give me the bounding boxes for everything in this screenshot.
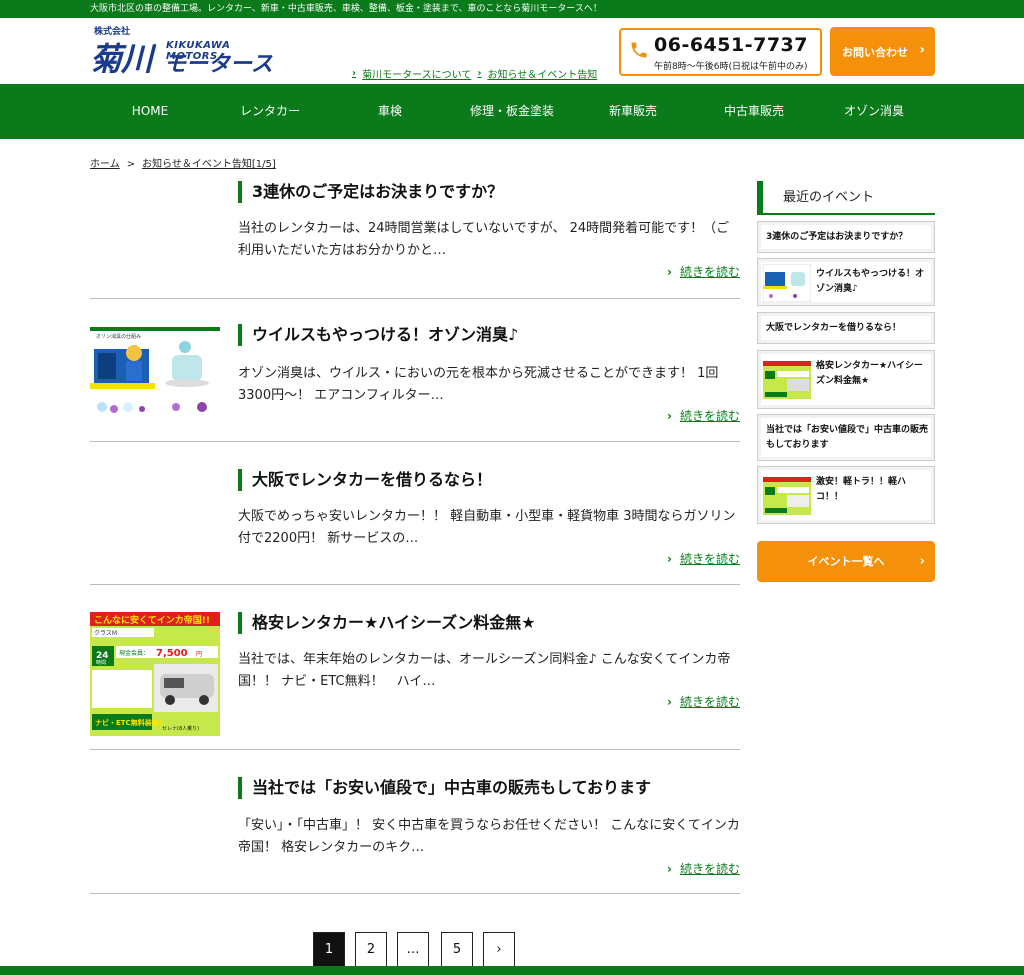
header-link-about-label: 菊川モータースについて — [362, 70, 472, 81]
chevron-right-icon: › — [667, 695, 672, 709]
post-excerpt: 大阪でめっちゃ安いレンタカー！！ 軽自動車・小型車・軽貨物車 3時間ならガソリン… — [238, 509, 736, 546]
sidebar-event-item[interactable]: 格安レンタカー★ハイシーズン料金無★ — [757, 350, 935, 409]
read-more-label: 続きを読む — [679, 862, 740, 876]
phone-icon — [631, 42, 647, 58]
nav-item-rental[interactable]: レンタカー — [210, 84, 330, 139]
sidebar-thumb-ozone — [763, 264, 811, 302]
sidebar-event-label: 激安！軽トラ！！軽ハコ！！ — [816, 477, 907, 502]
post-thumbnail-ozone[interactable]: オゾン消臭の仕組み — [90, 327, 220, 417]
header-link-about[interactable]: › 菊川モータースについて — [352, 66, 471, 81]
sidebar-event-label: 格安レンタカー★ハイシーズン料金無★ — [816, 361, 923, 386]
read-more-link[interactable]: › 続きを読む — [667, 860, 740, 877]
post-thumbnail-rental[interactable]: こんなに安くてインカ帝国!! クラスM 24 時間 現金会員： 7,500 円 … — [90, 612, 220, 736]
post-item: 当社では「お安い値段で」中古車の販売もしております 「安い」・「中古車」！ 安く… — [90, 750, 740, 894]
nav-item-new-cars[interactable]: 新車販売 — [573, 84, 693, 139]
breadcrumb: ホーム > お知らせ＆イベント告知[1/5] — [90, 155, 276, 170]
nav-item-ozone[interactable]: オゾン消臭 — [814, 84, 934, 139]
rental-thumb-hours-unit: 時間 — [96, 660, 106, 666]
read-more-label: 続きを読む — [679, 409, 740, 423]
nav-item-repair[interactable]: 修理・板金塗装 — [452, 84, 572, 139]
sidebar-event-item[interactable]: 3連休のご予定はお決まりですか？ — [757, 221, 935, 253]
chevron-right-icon: › — [919, 42, 925, 58]
sidebar-event-item[interactable]: ウイルスもやっつける！オゾン消臭♪ — [757, 258, 935, 306]
chevron-right-icon: › — [352, 68, 357, 79]
chevron-right-icon: › — [667, 409, 672, 423]
chevron-right-icon: › — [667, 862, 672, 876]
post-title[interactable]: ウイルスもやっつける！オゾン消臭♪ — [238, 324, 518, 346]
post-item: 大阪でレンタカーを借りるなら！ 大阪でめっちゃ安いレンタカー！！ 軽自動車・小型… — [90, 442, 740, 585]
sidebar-event-label: 当社では「お安い値段で」中古車の販売もしております — [766, 425, 929, 450]
logo-kanji: 菊川 — [90, 40, 153, 78]
nav-item-home[interactable]: HOME — [90, 84, 210, 139]
post-item: こんなに安くてインカ帝国!! クラスM 24 時間 現金会員： 7,500 円 … — [90, 585, 740, 750]
sidebar-heading: 最近のイベント — [757, 181, 935, 215]
breadcrumb-home[interactable]: ホーム — [90, 159, 120, 170]
chevron-right-icon: › — [667, 552, 672, 566]
post-excerpt: 「安い」・「中古車」！ 安く中古車を買うならお任せください！ こんなに安くてイン… — [238, 818, 740, 855]
site-header: 株式会社 菊川 KIKUKAWA MOTORS モータース › 菊川モータースにつ… — [0, 18, 1024, 84]
header-link-news[interactable]: › お知らせ＆イベント告知 — [477, 66, 597, 81]
chevron-right-icon: › — [667, 265, 672, 279]
events-list-button[interactable]: イベント一覧へ › — [757, 541, 935, 582]
phone-box[interactable]: 06-6451-7737 午前8時〜午後6時(日祝は午前中のみ) — [619, 28, 822, 76]
sidebar-thumb-rental — [763, 361, 811, 399]
footer-strip — [0, 966, 1024, 975]
main-nav: HOME レンタカー 車検 修理・板金塗装 新車販売 中古車販売 オゾン消臭 — [0, 84, 1024, 139]
post-title[interactable]: 格安レンタカー★ハイシーズン料金無★ — [238, 612, 536, 634]
sidebar-event-label: 大阪でレンタカーを借りるなら！ — [766, 323, 902, 333]
rental-thumb-price-unit: 円 — [196, 651, 202, 658]
events-list-button-label: イベント一覧へ — [807, 555, 885, 568]
ozone-thumb-caption: オゾン消臭の仕組み — [96, 333, 141, 340]
sidebar-thumb-kei — [763, 477, 811, 515]
read-more-link[interactable]: › 続きを読む — [667, 263, 740, 280]
breadcrumb-current[interactable]: お知らせ＆イベント告知[1/5] — [142, 159, 276, 170]
read-more-label: 続きを読む — [679, 552, 740, 566]
next-page-button[interactable]: › — [483, 932, 515, 968]
post-excerpt: 当社のレンタカーは、24時間営業はしていないですが、 24時間発着可能です！（ご… — [238, 221, 730, 258]
rental-thumb-footer: ナビ・ETC無料装備！ — [95, 718, 166, 727]
sidebar-event-label: ウイルスもやっつける！オゾン消臭♪ — [816, 269, 925, 294]
phone-number: 06-6451-7737 — [654, 34, 808, 56]
page-ellipsis: … — [397, 932, 429, 968]
rental-thumb-price: 7,500 — [156, 648, 188, 659]
breadcrumb-separator: > — [126, 159, 136, 170]
read-more-link[interactable]: › 続きを読む — [667, 693, 740, 710]
page-2-button[interactable]: 2 — [355, 932, 387, 968]
site-logo[interactable]: 株式会社 菊川 KIKUKAWA MOTORS モータース — [90, 24, 290, 78]
sidebar: 最近のイベント — [757, 181, 935, 215]
page-5-button[interactable]: 5 — [441, 932, 473, 968]
header-link-news-label: お知らせ＆イベント告知 — [487, 70, 598, 81]
contact-button-label: お問い合わせ — [842, 45, 908, 59]
post-excerpt: オゾン消臭は、ウイルス・においの元を根本から死滅させることができます！ 1回33… — [238, 366, 719, 403]
post-title[interactable]: 3連休のご予定はお決まりですか？ — [238, 181, 503, 203]
chevron-right-icon: › — [919, 554, 925, 569]
post-item: 3連休のご予定はお決まりですか？ 当社のレンタカーは、24時間営業はしていないで… — [90, 181, 740, 299]
page-1-button[interactable]: 1 — [313, 932, 345, 968]
post-excerpt: 当社では、年末年始のレンタカーは、オールシーズン同料金♪ こんな安くてインカ帝国… — [238, 652, 731, 689]
header-links: › 菊川モータースについて › お知らせ＆イベント告知 — [352, 66, 597, 81]
rental-thumb-car: セレナ(8人乗り) — [162, 725, 199, 732]
sidebar-event-item[interactable]: 大阪でレンタカーを借りるなら！ — [757, 312, 935, 344]
sidebar-event-label: 3連休のご予定はお決まりですか？ — [766, 232, 908, 242]
phone-hours: 午前8時〜午後6時(日祝は午前中のみ) — [654, 62, 808, 72]
read-more-link[interactable]: › 続きを読む — [667, 550, 740, 567]
contact-button[interactable]: お問い合わせ › — [830, 27, 935, 76]
logo-kana: モータース — [164, 52, 273, 77]
sidebar-event-item[interactable]: 激安！軽トラ！！軽ハコ！！ — [757, 466, 935, 524]
rental-thumb-headline: こんなに安くてインカ帝国!! — [94, 614, 210, 626]
read-more-label: 続きを読む — [679, 695, 740, 709]
nav-item-inspection[interactable]: 車検 — [330, 84, 450, 139]
sidebar-event-item[interactable]: 当社では「お安い値段で」中古車の販売もしております — [757, 414, 935, 461]
read-more-link[interactable]: › 続きを読む — [667, 407, 740, 424]
post-item: オゾン消臭の仕組み ウイルスもやっつける！オゾン消臭♪ オゾン消臭は、ウイルス・… — [90, 299, 740, 442]
top-tagline: 大阪市北区の車の整備工場。レンタカー、新車・中古車販売、車検、整備、板金・塗装ま… — [0, 0, 1024, 18]
post-title[interactable]: 大阪でレンタカーを借りるなら！ — [238, 469, 492, 491]
post-title[interactable]: 当社では「お安い値段で」中古車の販売もしております — [238, 777, 651, 799]
rental-thumb-class: クラスM — [94, 630, 117, 637]
nav-item-used-cars[interactable]: 中古車販売 — [694, 84, 814, 139]
rental-thumb-member: 現金会員： — [119, 649, 149, 657]
chevron-right-icon: › — [477, 68, 482, 79]
read-more-label: 続きを読む — [679, 265, 740, 279]
